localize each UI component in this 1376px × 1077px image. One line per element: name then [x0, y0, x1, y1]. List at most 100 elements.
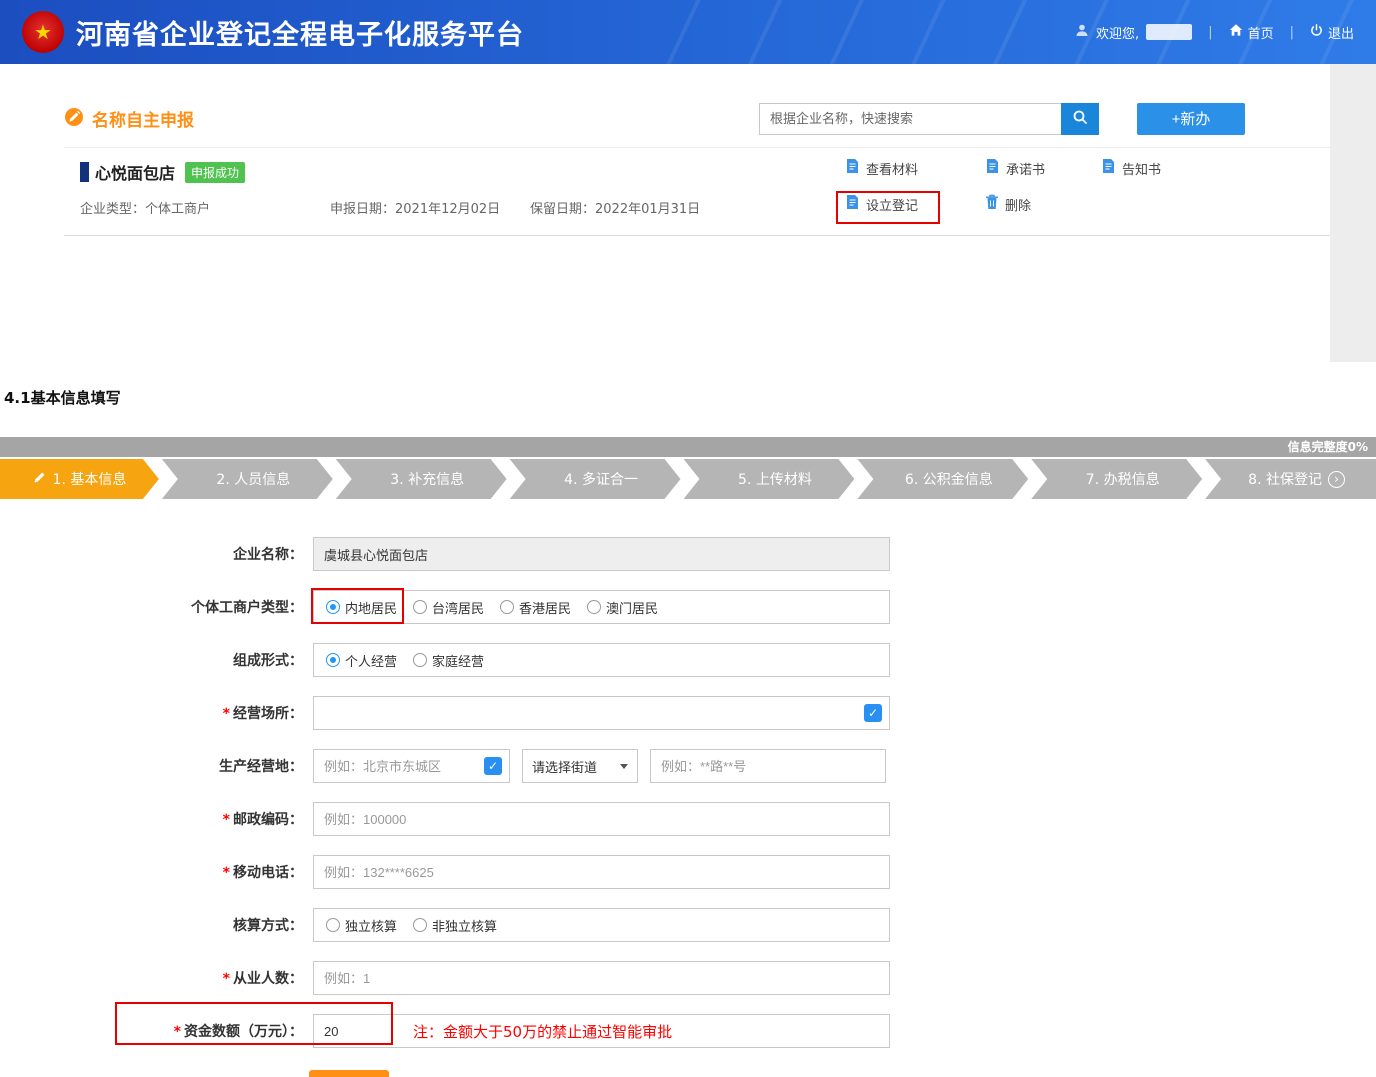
capital-amount-wrap: 注：金额大于50万的禁止通过智能审批: [313, 1014, 890, 1048]
city-picker-icon[interactable]: ✓: [484, 757, 502, 775]
radio-taiwan-resident[interactable]: 台湾居民: [413, 598, 484, 617]
radio-macau-resident[interactable]: 澳门居民: [587, 598, 658, 617]
search-input[interactable]: [759, 103, 1061, 135]
radio-dot: [413, 918, 427, 932]
app-title: 河南省企业登记全程电子化服务平台: [76, 13, 524, 52]
notice-label: 告知书: [1122, 159, 1161, 178]
production-place-row: 生产经营地： ✓ 请选择街道: [0, 749, 1376, 783]
employee-count-row: *从业人数：: [0, 961, 1376, 995]
mobile-phone-input[interactable]: [313, 855, 890, 889]
step-upload-materials[interactable]: 5. 上传材料: [684, 459, 855, 499]
employee-count-label: *从业人数：: [0, 968, 313, 988]
new-application-button[interactable]: +新办: [1137, 103, 1245, 135]
employee-count-input[interactable]: [313, 961, 890, 995]
radio-independent-accounting[interactable]: 独立核算: [326, 916, 397, 935]
home-icon: [1229, 23, 1243, 41]
address-picker-icon[interactable]: ✓: [864, 704, 882, 722]
name-declaration-panel: 名称自主申报 +新办 心悦面包店 申报成功 企业类型：个体工商户 申报日期：20…: [64, 90, 1330, 236]
commitment-label: 承诺书: [1006, 159, 1045, 178]
record-row: 心悦面包店 申报成功 企业类型：个体工商户 申报日期：2021年12月02日 保…: [64, 148, 1330, 236]
street-select[interactable]: 请选择街道: [522, 749, 638, 783]
chevron-right-circle-icon[interactable]: ›: [1328, 471, 1345, 488]
setup-registration-link[interactable]: 设立登记: [845, 194, 985, 214]
retain-date-text: 保留日期：2022年01月31日: [530, 198, 700, 217]
company-name-label: 企业名称：: [0, 544, 313, 564]
step-label: 1. 基本信息: [53, 469, 127, 489]
radio-dot: [500, 600, 514, 614]
radio-non-independent-accounting[interactable]: 非独立核算: [413, 916, 497, 935]
delete-link[interactable]: 删除: [985, 194, 1101, 214]
home-link[interactable]: 首页: [1229, 23, 1274, 42]
step-label: 6. 公积金信息: [905, 469, 993, 489]
view-materials-link[interactable]: 查看材料: [845, 158, 985, 178]
app-header: ★ 河南省企业登记全程电子化服务平台 欢迎您, | 首页 | 退出: [0, 0, 1376, 64]
radio-individual-operation[interactable]: 个人经营: [326, 651, 397, 670]
view-materials-label: 查看材料: [866, 159, 918, 178]
pencil-icon: [33, 470, 47, 488]
radio-dot: [326, 653, 340, 667]
production-city-input[interactable]: [313, 749, 510, 783]
radio-dot: [326, 600, 340, 614]
postal-code-input[interactable]: [313, 802, 890, 836]
radio-dot: [413, 600, 427, 614]
step-label: 7. 办税信息: [1086, 469, 1160, 489]
step-basic-info[interactable]: 1. 基本信息: [0, 459, 159, 499]
document-icon: [845, 194, 860, 214]
step-social-security[interactable]: 8. 社保登记 ›: [1205, 459, 1376, 499]
step-housing-fund-info[interactable]: 6. 公积金信息: [857, 459, 1028, 499]
completeness-text: 信息完整度0%: [1288, 440, 1368, 454]
logout-link[interactable]: 退出: [1310, 23, 1354, 42]
step-label: 3. 补充信息: [390, 469, 464, 489]
search-group: [759, 103, 1099, 135]
business-place-input[interactable]: [313, 696, 890, 730]
notice-link[interactable]: 告知书: [1101, 158, 1161, 178]
radio-hongkong-resident[interactable]: 香港居民: [500, 598, 571, 617]
record-actions: 查看材料 承诺书 告知书 设立登记 删除: [845, 158, 1161, 214]
production-detail-input[interactable]: [650, 749, 886, 783]
accounting-method-row: 核算方式： 独立核算 非独立核算: [0, 908, 1376, 942]
company-name-input[interactable]: [313, 537, 890, 571]
accounting-method-label: 核算方式：: [0, 915, 313, 935]
search-button[interactable]: [1061, 103, 1099, 135]
section-heading: 4.1基本信息填写: [4, 387, 121, 408]
document-icon: [1101, 158, 1116, 178]
capital-amount-input[interactable]: [313, 1014, 890, 1048]
panel-header: 名称自主申报 +新办: [64, 90, 1330, 148]
step-label: 2. 人员信息: [216, 469, 290, 489]
production-place-controls: ✓ 请选择街道: [313, 749, 886, 783]
radio-dot: [413, 653, 427, 667]
mobile-phone-label: *移动电话：: [0, 862, 313, 882]
business-place-wrap: ✓: [313, 696, 890, 730]
household-type-row: 个体工商户类型： 内地居民 台湾居民 香港居民 澳门居民: [0, 590, 1376, 624]
radio-family-operation[interactable]: 家庭经营: [413, 651, 484, 670]
header-separator: |: [1290, 25, 1294, 40]
basic-info-form: 企业名称： 个体工商户类型： 内地居民 台湾居民 香港居民 澳门居民 组成形式：…: [0, 537, 1376, 1067]
household-type-label: 个体工商户类型：: [0, 597, 313, 617]
commitment-link[interactable]: 承诺书: [985, 158, 1101, 178]
step-multi-certificate[interactable]: 4. 多证合一: [510, 459, 681, 499]
logout-link-label: 退出: [1328, 23, 1354, 42]
radio-mainland-resident[interactable]: 内地居民: [326, 598, 397, 617]
street-select-value: 请选择街道: [532, 757, 597, 776]
power-icon: [1310, 24, 1323, 41]
step-tax-info[interactable]: 7. 办税信息: [1031, 459, 1202, 499]
postal-code-row: *邮政编码：: [0, 802, 1376, 836]
redacted-username: [1146, 24, 1192, 40]
radio-dot: [587, 600, 601, 614]
capital-amount-row: *资金数额（万元）： 注：金额大于50万的禁止通过智能审批: [0, 1014, 1376, 1048]
trash-icon: [985, 194, 999, 214]
delete-label: 删除: [1005, 195, 1031, 214]
capital-amount-label: *资金数额（万元）：: [0, 1021, 313, 1041]
radio-dot: [326, 918, 340, 932]
business-place-row: *经营场所： ✓: [0, 696, 1376, 730]
save-button-partial[interactable]: [309, 1070, 389, 1077]
welcome-text: 欢迎您,: [1096, 23, 1139, 42]
header-user-area: 欢迎您, | 首页 | 退出: [1075, 23, 1354, 42]
step-supplementary-info[interactable]: 3. 补充信息: [336, 459, 507, 499]
home-link-label: 首页: [1248, 23, 1274, 42]
step-personnel-info[interactable]: 2. 人员信息: [162, 459, 333, 499]
redacted-prefix: [80, 162, 89, 182]
header-separator: |: [1208, 25, 1212, 40]
wizard-steps: 1. 基本信息 2. 人员信息 3. 补充信息 4. 多证合一 5. 上传材料 …: [0, 459, 1376, 499]
record-company-name: 心悦面包店: [95, 160, 175, 184]
